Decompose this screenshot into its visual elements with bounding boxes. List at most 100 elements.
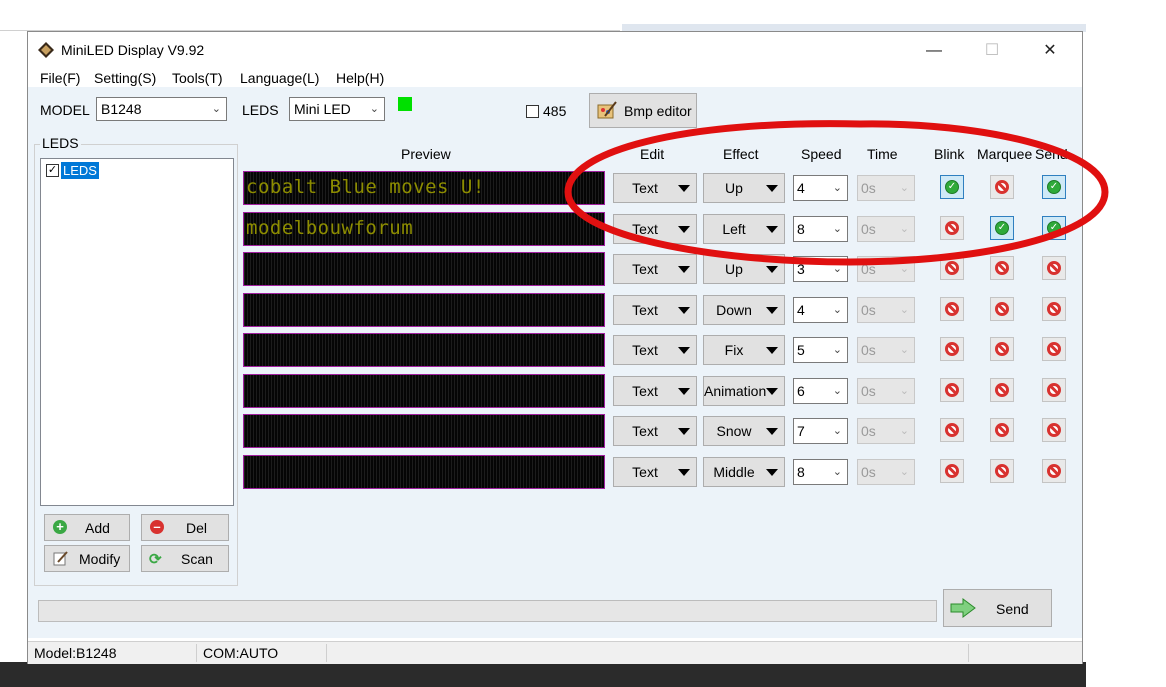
send-toggle[interactable]	[1042, 418, 1066, 442]
modify-button[interactable]: Modify	[44, 545, 130, 572]
time-select: 0s ⌄	[857, 418, 915, 444]
led-preview-text: modelbouwforum	[246, 217, 414, 239]
speed-select[interactable]: 6 ⌄	[793, 378, 848, 404]
send-toggle[interactable]	[1042, 297, 1066, 321]
led-preview[interactable]	[243, 293, 605, 327]
background-window-edge	[0, 0, 620, 31]
send-toggle[interactable]	[1042, 459, 1066, 483]
led-preview[interactable]: cobalt Blue moves U!	[243, 171, 605, 205]
prohibited-icon	[995, 383, 1009, 397]
led-preview[interactable]: modelbouwforum	[243, 212, 605, 246]
time-select: 0s ⌄	[857, 297, 915, 323]
caret-down-icon	[766, 347, 778, 354]
blink-toggle[interactable]	[940, 337, 964, 361]
time-value: 0s	[861, 464, 876, 480]
prohibited-icon	[1047, 383, 1061, 397]
chevron-down-icon: ⌄	[369, 103, 379, 115]
time-select: 0s ⌄	[857, 459, 915, 485]
menu-tools[interactable]: Tools(T)	[172, 70, 223, 86]
scan-label: Scan	[181, 551, 213, 567]
led-preview[interactable]	[243, 374, 605, 408]
effect-dropdown[interactable]: Animation	[703, 376, 785, 406]
caret-down-icon	[766, 388, 778, 395]
prohibited-icon	[1047, 464, 1061, 478]
caret-down-icon	[678, 307, 690, 314]
speed-value: 4	[797, 302, 805, 318]
leds-select[interactable]: Mini LED ⌄	[289, 97, 385, 121]
prohibited-icon	[995, 342, 1009, 356]
tree-node-checkbox[interactable]: ✓	[46, 164, 59, 177]
speed-select[interactable]: 7 ⌄	[793, 418, 848, 444]
led-preview[interactable]	[243, 414, 605, 448]
prohibited-icon	[1047, 302, 1061, 316]
effect-dropdown-label: Animation	[704, 383, 767, 399]
marquee-toggle[interactable]	[990, 378, 1014, 402]
effect-dropdown[interactable]: Middle	[703, 457, 785, 487]
leds-tree[interactable]: ✓ LEDS	[40, 158, 234, 506]
close-button[interactable]: ✕	[1027, 38, 1073, 64]
minimize-button[interactable]: —	[911, 38, 957, 64]
effect-dropdown[interactable]: Snow	[703, 416, 785, 446]
edit-icon	[53, 551, 68, 566]
chevron-down-icon: ⌄	[899, 425, 909, 437]
edit-dropdown[interactable]: Text	[613, 457, 697, 487]
checkbox-485[interactable]	[526, 105, 539, 118]
maximize-button[interactable]: ☐	[969, 38, 1015, 64]
led-preview[interactable]	[243, 252, 605, 286]
del-button[interactable]: – Del	[141, 514, 229, 541]
menu-language[interactable]: Language(L)	[240, 70, 319, 86]
speed-value: 8	[797, 464, 805, 480]
send-toggle[interactable]	[1042, 337, 1066, 361]
model-select[interactable]: B1248 ⌄	[96, 97, 227, 121]
del-label: Del	[186, 520, 208, 536]
send-toggle[interactable]	[1042, 378, 1066, 402]
prohibited-icon	[995, 423, 1009, 437]
menu-file[interactable]: File(F)	[40, 70, 80, 86]
prohibited-icon	[945, 383, 959, 397]
refresh-icon: ⟳	[149, 551, 162, 568]
status-model: Model:B1248	[34, 645, 117, 661]
edit-dropdown-label: Text	[632, 464, 658, 480]
marquee-toggle[interactable]	[990, 459, 1014, 483]
chevron-down-icon: ⌄	[211, 103, 221, 115]
marquee-toggle[interactable]	[990, 418, 1014, 442]
effect-dropdown[interactable]: Down	[703, 295, 785, 325]
menu-setting[interactable]: Setting(S)	[94, 70, 156, 86]
edit-dropdown[interactable]: Text	[613, 295, 697, 325]
leds-group-label: LEDS	[40, 135, 81, 151]
marquee-toggle[interactable]	[990, 337, 1014, 361]
app-icon	[38, 42, 54, 58]
blink-toggle[interactable]	[940, 418, 964, 442]
arrow-right-icon	[950, 598, 976, 618]
effect-dropdown[interactable]: Fix	[703, 335, 785, 365]
edit-dropdown-label: Text	[632, 383, 658, 399]
send-button[interactable]: Send	[943, 589, 1052, 627]
tree-node-leds[interactable]: LEDS	[61, 162, 99, 179]
scan-button[interactable]: ⟳ Scan	[141, 545, 229, 572]
menu-help[interactable]: Help(H)	[336, 70, 384, 86]
edit-dropdown[interactable]: Text	[613, 335, 697, 365]
edit-dropdown[interactable]: Text	[613, 416, 697, 446]
time-select: 0s ⌄	[857, 378, 915, 404]
speed-select[interactable]: 8 ⌄	[793, 459, 848, 485]
prohibited-icon	[945, 342, 959, 356]
marquee-toggle[interactable]	[990, 297, 1014, 321]
leds-value: Mini LED	[294, 101, 351, 117]
speed-select[interactable]: 5 ⌄	[793, 337, 848, 363]
minus-icon: –	[150, 520, 164, 534]
add-button[interactable]: + Add	[44, 514, 130, 541]
caret-down-icon	[766, 469, 778, 476]
prohibited-icon	[995, 302, 1009, 316]
effect-dropdown-label: Snow	[716, 423, 752, 439]
led-preview[interactable]	[243, 333, 605, 367]
caret-down-icon	[766, 307, 778, 314]
speed-select[interactable]: 4 ⌄	[793, 297, 848, 323]
time-value: 0s	[861, 383, 876, 399]
led-preview-text: cobalt Blue moves U!	[246, 176, 485, 198]
edit-dropdown[interactable]: Text	[613, 376, 697, 406]
blink-toggle[interactable]	[940, 378, 964, 402]
led-preview[interactable]	[243, 455, 605, 489]
effect-dropdown-label: Fix	[724, 342, 744, 358]
blink-toggle[interactable]	[940, 297, 964, 321]
blink-toggle[interactable]	[940, 459, 964, 483]
